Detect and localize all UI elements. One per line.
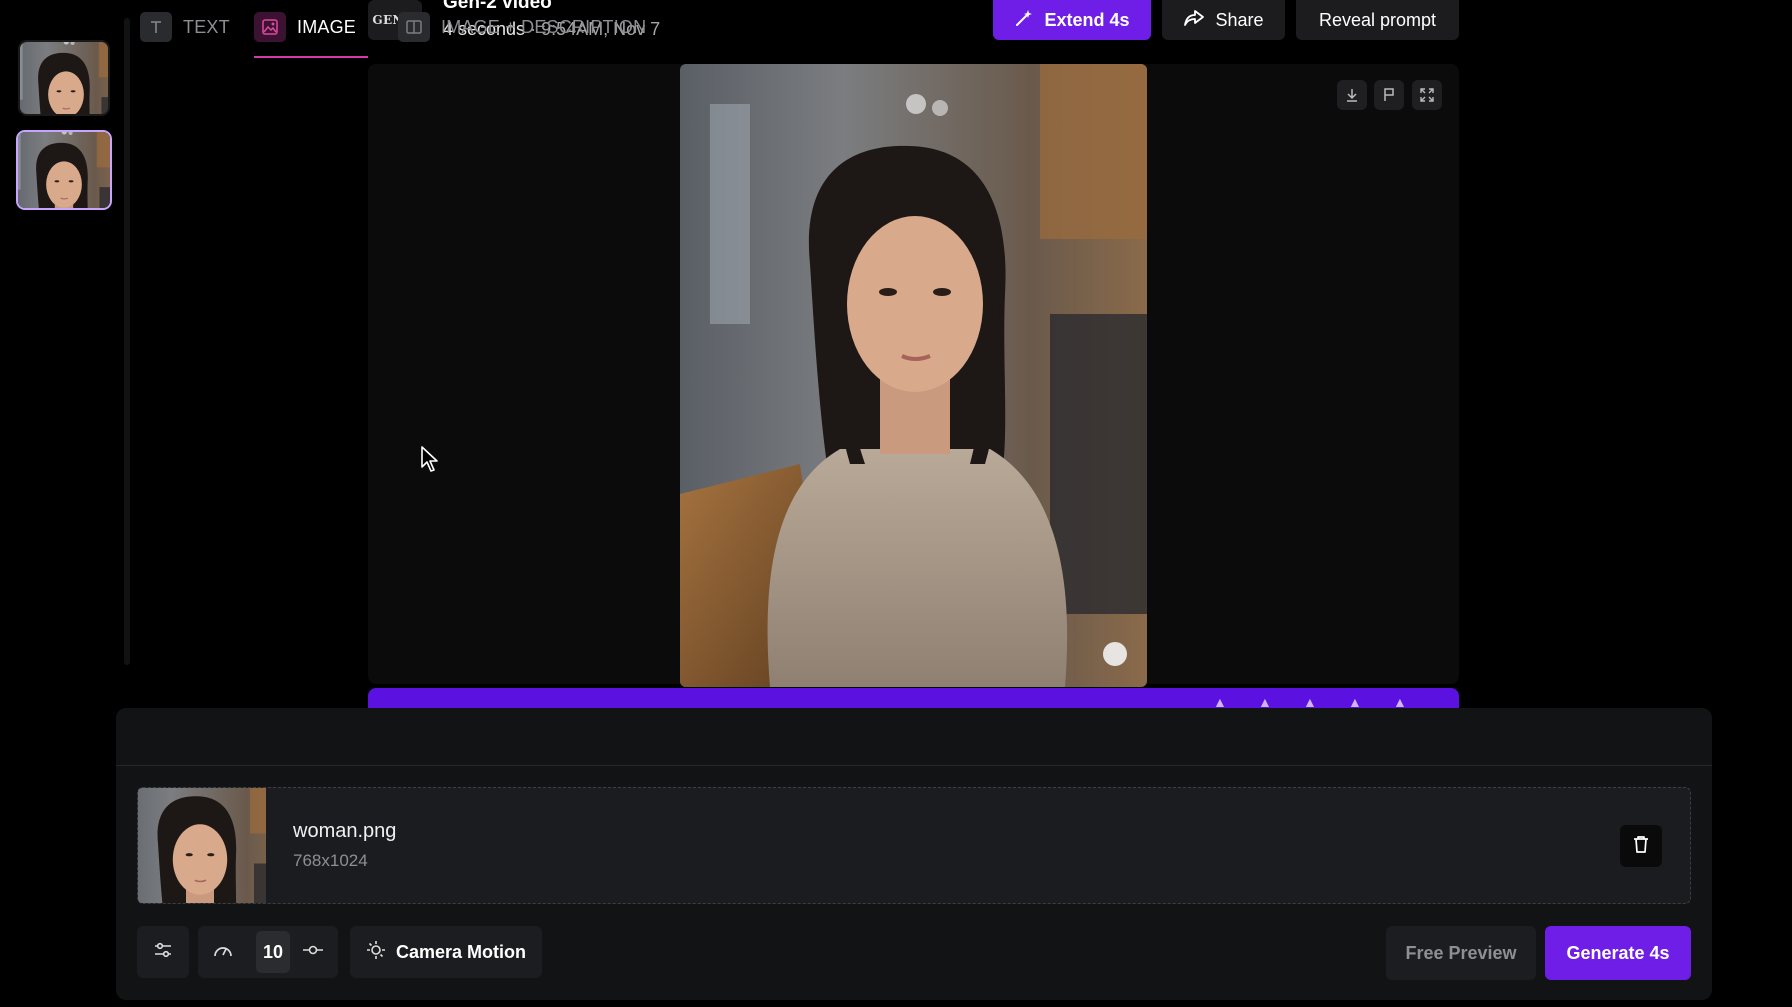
tab-image-description[interactable]: IMAGE + DESCRIPTION xyxy=(398,12,647,58)
star-icon[interactable]: ▲ xyxy=(1348,695,1366,709)
delete-image-button[interactable] xyxy=(1620,825,1662,867)
text-icon xyxy=(140,12,172,42)
video-title: Gen-2 video xyxy=(443,0,552,13)
tab-image[interactable]: IMAGE xyxy=(254,12,369,58)
star-icon[interactable]: ▲ xyxy=(1393,695,1411,709)
split-icon xyxy=(398,12,430,42)
uploaded-file-dimensions: 768x1024 xyxy=(293,851,368,870)
camera-motion-button[interactable]: Camera Motion xyxy=(350,926,542,978)
star-icon[interactable]: ▲ xyxy=(1213,695,1231,709)
speedometer-icon xyxy=(212,941,234,964)
share-label: Share xyxy=(1215,9,1264,30)
tab-image-description-label: IMAGE + DESCRIPTION xyxy=(441,17,647,37)
image-icon xyxy=(254,12,286,42)
motion-value[interactable]: 10 xyxy=(256,931,290,973)
reveal-prompt-button[interactable]: Reveal prompt xyxy=(1296,0,1459,40)
rating-stars: ▲ ▲ ▲ ▲ ▲ xyxy=(1213,695,1411,709)
motion-control[interactable]: 10 xyxy=(198,926,338,978)
sliders-icon xyxy=(153,941,173,964)
share-icon xyxy=(1183,8,1205,33)
uploaded-file-name: woman.png xyxy=(293,820,397,842)
tab-text-label: TEXT xyxy=(183,17,230,37)
star-icon[interactable]: ▲ xyxy=(1258,695,1276,709)
mouse-cursor-icon xyxy=(420,445,440,478)
settings-button[interactable] xyxy=(137,926,189,978)
video-thumbnail[interactable] xyxy=(18,40,110,116)
magic-wand-icon xyxy=(1014,8,1034,33)
motion-slider-icon[interactable] xyxy=(302,943,324,962)
extend-label: Extend 4s xyxy=(1044,9,1130,30)
flag-icon[interactable] xyxy=(1374,80,1404,110)
uploaded-image-card[interactable] xyxy=(137,787,1691,904)
camera-motion-icon xyxy=(366,940,386,965)
video-thumbnail-selected[interactable] xyxy=(16,130,112,210)
uploaded-image-thumbnail xyxy=(138,788,266,903)
input-mode-tabs xyxy=(116,708,1712,766)
trash-icon xyxy=(1632,834,1650,859)
reveal-prompt-label: Reveal prompt xyxy=(1318,9,1437,30)
share-button[interactable]: Share xyxy=(1162,0,1285,40)
filmstrip xyxy=(0,0,130,665)
free-preview-button[interactable]: Free Preview xyxy=(1386,926,1536,980)
generate-button[interactable]: Generate 4s xyxy=(1545,926,1691,980)
download-icon[interactable] xyxy=(1337,80,1367,110)
fullscreen-icon[interactable] xyxy=(1412,80,1442,110)
tab-image-label: IMAGE xyxy=(297,17,357,37)
star-icon[interactable]: ▲ xyxy=(1303,695,1321,709)
tab-text[interactable]: TEXT xyxy=(140,12,230,58)
filmstrip-scrollbar[interactable] xyxy=(124,18,130,665)
video-frame[interactable] xyxy=(680,64,1147,687)
extend-button[interactable]: Extend 4s xyxy=(993,0,1151,40)
camera-motion-label: Camera Motion xyxy=(395,941,527,962)
